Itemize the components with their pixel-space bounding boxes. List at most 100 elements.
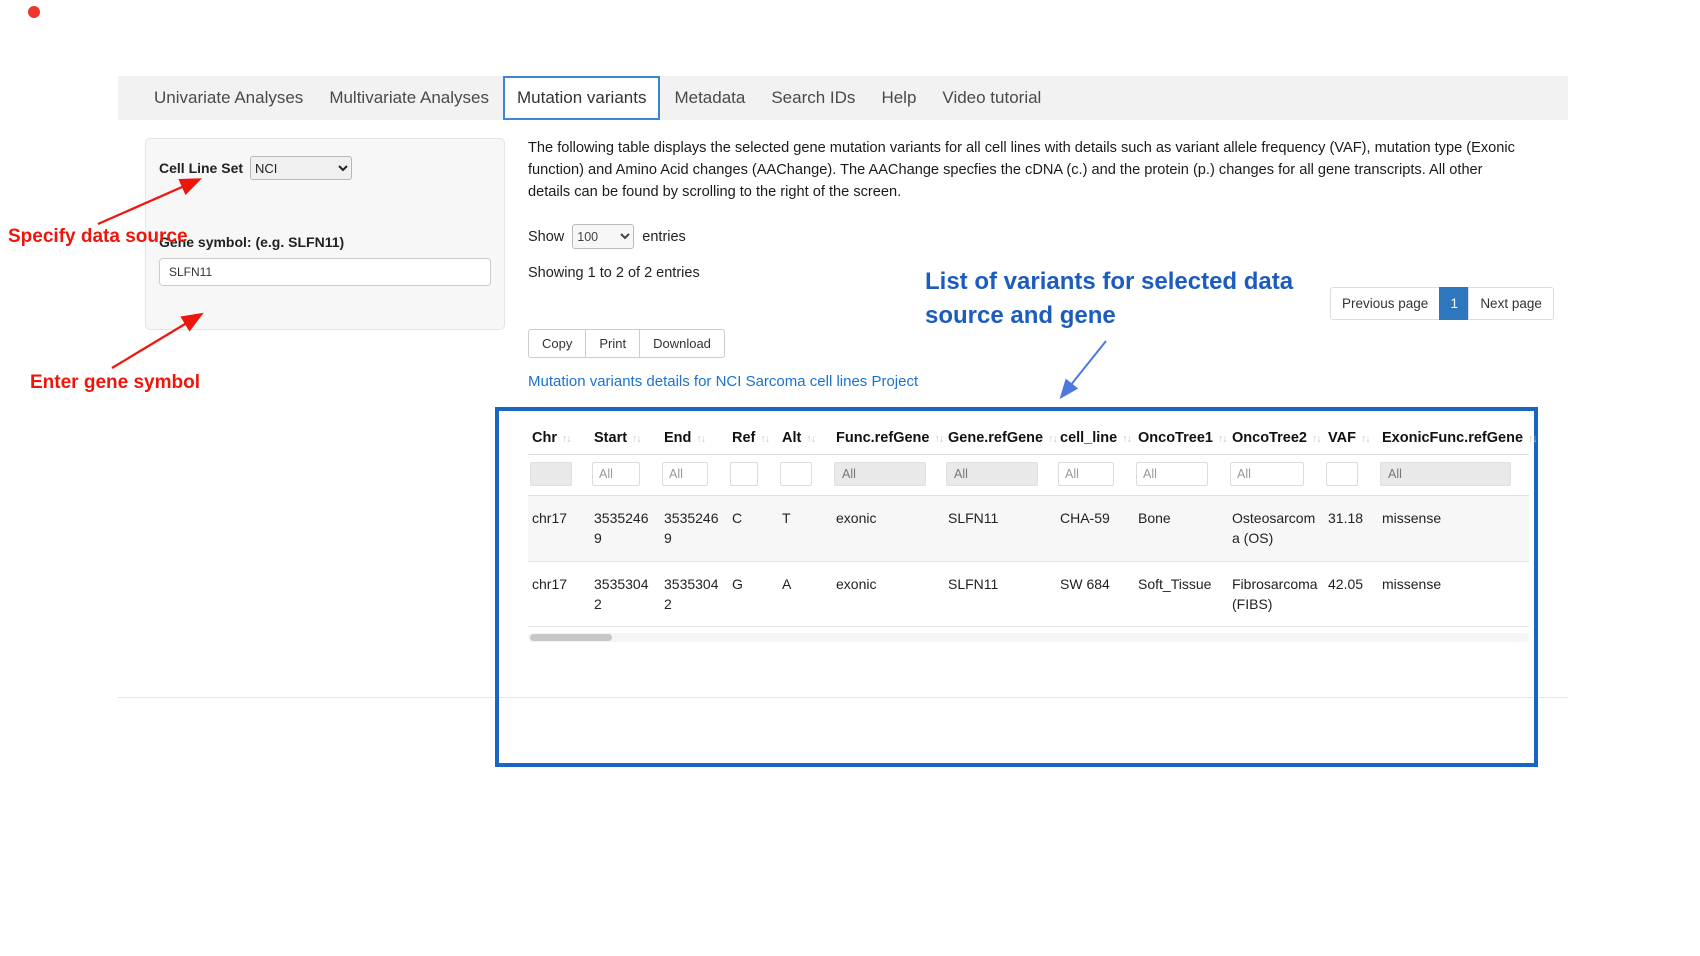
column-header-end[interactable]: End ↑↓ (660, 421, 728, 455)
filter-start[interactable] (592, 462, 640, 486)
table-cell: SW 684 (1056, 561, 1134, 627)
filter-oncotree2[interactable] (1230, 462, 1304, 486)
column-header-alt[interactable]: Alt↑↓ (778, 421, 832, 455)
sort-icon[interactable]: ↑↓ (1361, 433, 1370, 445)
table-cell: 35352469 (590, 496, 660, 562)
window-close-button[interactable] (28, 6, 40, 18)
annotation-list-of-variants: List of variants for selected data sourc… (925, 265, 1325, 333)
filter-cell (590, 455, 660, 496)
sort-icon[interactable]: ↑↓ (1218, 433, 1227, 445)
table-cell: SLFN11 (944, 496, 1056, 562)
column-label: End (664, 430, 691, 446)
filter-cell (528, 455, 590, 496)
filter-oncotree1[interactable] (1136, 462, 1208, 486)
table-description: The following table displays the selecte… (528, 137, 1523, 204)
column-label: Ref (732, 430, 755, 446)
sort-icon[interactable]: ↑↓ (1122, 433, 1131, 445)
table-cell: 35353042 (660, 561, 728, 627)
column-header-start[interactable]: Start↑↓ (590, 421, 660, 455)
column-header-func-refgene[interactable]: Func.refGene ↑↓ (832, 421, 944, 455)
table-row[interactable]: chr173535304235353042GAexonicSLFN11SW 68… (528, 561, 1529, 627)
column-label: cell_line (1060, 430, 1117, 446)
filter-cell (1134, 455, 1228, 496)
table-cell: G (728, 561, 778, 627)
filter-cell: All (832, 455, 944, 496)
arrow-to-variants-table (1062, 341, 1106, 396)
page-size-select[interactable]: 100 (572, 224, 634, 249)
column-header-oncotree1[interactable]: OncoTree1↑↓ (1134, 421, 1228, 455)
sort-icon[interactable]: ↑↓ (562, 433, 571, 445)
filter-func-refgene[interactable]: All (834, 462, 926, 486)
column-header-chr[interactable]: Chr ↑↓ (528, 421, 590, 455)
column-label: Chr (532, 430, 557, 446)
column-label: Func.refGene (836, 430, 929, 446)
filter-ref[interactable] (730, 462, 758, 486)
table-cell: missense (1378, 496, 1529, 562)
page-number-button[interactable]: 1 (1439, 287, 1469, 320)
tab-help[interactable]: Help (869, 76, 928, 120)
sort-icon[interactable]: ↑↓ (632, 433, 641, 445)
filter-exonicfunc-refgene[interactable]: All (1380, 462, 1511, 486)
table-title-link[interactable]: Mutation variants details for NCI Sarcom… (528, 373, 918, 390)
column-header-oncotree2[interactable]: OncoTree2 ↑↓ (1228, 421, 1324, 455)
sort-icon[interactable]: ↑↓ (1528, 433, 1537, 445)
tab-univariate-analyses[interactable]: Univariate Analyses (142, 76, 315, 120)
column-label: VAF (1328, 430, 1356, 446)
column-header-vaf[interactable]: VAF ↑↓ (1324, 421, 1378, 455)
pagination: Previous page 1 Next page (1330, 287, 1554, 320)
cell-line-set-select[interactable]: NCI (250, 156, 352, 180)
sort-icon[interactable]: ↑↓ (934, 433, 943, 445)
column-header-exonicfunc-refgene[interactable]: ExonicFunc.refGene↑↓ (1378, 421, 1529, 455)
filter-gene-refgene[interactable]: All (946, 462, 1038, 486)
table-cell: 35352469 (660, 496, 728, 562)
sort-icon[interactable]: ↑↓ (760, 433, 769, 445)
filter-cell (1056, 455, 1134, 496)
annotation-enter-gene-symbol: Enter gene symbol (30, 372, 200, 394)
tab-multivariate-analyses[interactable]: Multivariate Analyses (317, 76, 501, 120)
column-label: ExonicFunc.refGene (1382, 430, 1523, 446)
table-cell: SLFN11 (944, 561, 1056, 627)
table-cell: CHA-59 (1056, 496, 1134, 562)
filter-vaf[interactable] (1326, 462, 1358, 486)
horizontal-scrollbar[interactable] (528, 633, 1529, 642)
column-header-ref[interactable]: Ref ↑↓ (728, 421, 778, 455)
variants-table: Chr↑↓Start↑↓End↑↓Ref↑↓Alt↑↓Func.refGene↑… (528, 421, 1529, 627)
filter-chr[interactable] (530, 462, 572, 486)
download-button[interactable]: Download (639, 329, 725, 358)
next-page-button[interactable]: Next page (1468, 287, 1554, 320)
table-cell: 31.18 (1324, 496, 1378, 562)
show-entries-control: Show 100 entries (528, 224, 686, 249)
gene-symbol-input[interactable] (159, 258, 491, 286)
table-cell: C (728, 496, 778, 562)
tab-video-tutorial[interactable]: Video tutorial (930, 76, 1053, 120)
show-label: Show (528, 229, 564, 245)
table-cell: T (778, 496, 832, 562)
table-row[interactable]: chr173535246935352469CTexonicSLFN11CHA-5… (528, 496, 1529, 562)
table-cell: A (778, 561, 832, 627)
sort-icon[interactable]: ↑↓ (696, 433, 705, 445)
tab-search-ids[interactable]: Search IDs (759, 76, 867, 120)
table-cell: 35353042 (590, 561, 660, 627)
sort-icon[interactable]: ↑↓ (806, 433, 815, 445)
column-header-gene-refgene[interactable]: Gene.refGene ↑↓ (944, 421, 1056, 455)
sort-icon[interactable]: ↑↓ (1312, 433, 1321, 445)
print-button[interactable]: Print (585, 329, 640, 358)
tab-mutation-variants[interactable]: Mutation variants (503, 76, 660, 120)
controls-panel: Cell Line Set NCI Gene symbol: (e.g. SLF… (145, 138, 505, 330)
filter-cell (660, 455, 728, 496)
filter-end[interactable] (662, 462, 708, 486)
filter-cell (1228, 455, 1324, 496)
column-label: Gene.refGene (948, 430, 1043, 446)
column-label: OncoTree2 (1232, 430, 1307, 446)
filter-cell-line[interactable] (1058, 462, 1114, 486)
table-header-row: Chr↑↓Start↑↓End↑↓Ref↑↓Alt↑↓Func.refGene↑… (528, 421, 1529, 455)
sort-icon[interactable]: ↑↓ (1048, 433, 1057, 445)
gene-symbol-label: Gene symbol: (e.g. SLFN11) (159, 234, 491, 250)
column-header-cell-line[interactable]: cell_line ↑↓ (1056, 421, 1134, 455)
previous-page-button[interactable]: Previous page (1330, 287, 1440, 320)
tab-metadata[interactable]: Metadata (662, 76, 757, 120)
scrollbar-thumb[interactable] (530, 634, 612, 641)
filter-alt[interactable] (780, 462, 812, 486)
table-cell: chr17 (528, 561, 590, 627)
copy-button[interactable]: Copy (528, 329, 586, 358)
